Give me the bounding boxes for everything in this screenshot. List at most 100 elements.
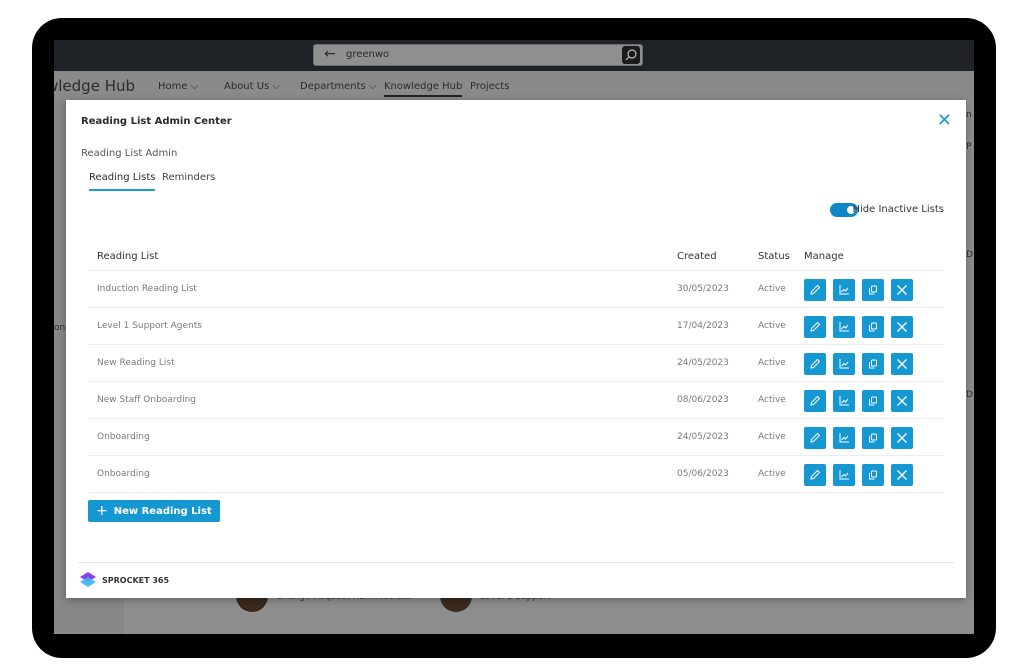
delete-button[interactable]	[891, 353, 913, 375]
edit-icon	[808, 394, 822, 408]
table-row: New Reading List 24/05/2023 Active	[88, 345, 944, 382]
cell-name[interactable]: Onboarding	[97, 469, 150, 479]
copy-icon	[866, 320, 880, 334]
sprocket-logo-icon	[80, 572, 96, 587]
chart-icon	[837, 320, 851, 334]
cell-created: 30/05/2023	[677, 284, 729, 294]
edit-button[interactable]	[804, 427, 826, 449]
delete-icon	[895, 320, 909, 334]
header-status: Status	[758, 251, 790, 262]
search-input[interactable]: greenwo	[346, 49, 389, 60]
copy-icon	[866, 283, 880, 297]
table-row: Onboarding 24/05/2023 Active	[88, 419, 944, 456]
report-button[interactable]	[833, 390, 855, 412]
copy-button[interactable]	[862, 279, 884, 301]
cell-name[interactable]: Onboarding	[97, 432, 150, 442]
background-text: D	[966, 250, 973, 260]
cell-created: 17/04/2023	[677, 321, 729, 331]
cell-name[interactable]: Induction Reading List	[97, 284, 197, 294]
footer-divider	[78, 562, 954, 563]
cell-created: 08/06/2023	[677, 395, 729, 405]
copy-button[interactable]	[862, 390, 884, 412]
cell-name[interactable]: Level 1 Support Agents	[97, 321, 202, 331]
edit-button[interactable]	[804, 353, 826, 375]
site-title[interactable]: wledge Hub	[54, 77, 135, 95]
table-row: Induction Reading List 30/05/2023 Active	[88, 271, 944, 308]
edit-button[interactable]	[804, 390, 826, 412]
cell-status: Active	[758, 358, 786, 368]
report-button[interactable]	[833, 279, 855, 301]
cell-status: Active	[758, 432, 786, 442]
edit-icon	[808, 357, 822, 371]
copy-button[interactable]	[862, 353, 884, 375]
reading-list-table: Reading List Created Status Manage Induc…	[88, 244, 944, 493]
chart-icon	[837, 468, 851, 482]
nav-projects[interactable]: Projects	[470, 81, 509, 92]
cell-status: Active	[758, 321, 786, 331]
chart-icon	[837, 431, 851, 445]
delete-button[interactable]	[891, 464, 913, 486]
chevron-down-icon: ⌵	[368, 81, 377, 92]
edit-button[interactable]	[804, 279, 826, 301]
chevron-down-icon: ⌵	[190, 81, 199, 92]
delete-button[interactable]	[891, 427, 913, 449]
nav-about-us[interactable]: About Us ⌵	[224, 81, 280, 92]
cell-name[interactable]: New Reading List	[97, 358, 175, 368]
chart-icon	[837, 357, 851, 371]
cell-status: Active	[758, 284, 786, 294]
report-button[interactable]	[833, 316, 855, 338]
hide-inactive-toggle-group: Hide Inactive Lists	[824, 203, 944, 219]
nav-knowledge-hub[interactable]: Knowledge Hub	[384, 81, 463, 97]
edit-button[interactable]	[804, 316, 826, 338]
search-icon	[625, 49, 637, 61]
chart-icon	[837, 394, 851, 408]
copy-icon	[866, 357, 880, 371]
report-button[interactable]	[833, 464, 855, 486]
modal-title: Reading List Admin Center	[81, 116, 232, 127]
new-reading-list-label: New Reading List	[113, 505, 212, 517]
nav-departments[interactable]: Departments ⌵	[300, 81, 377, 92]
copy-button[interactable]	[862, 464, 884, 486]
search-box[interactable]: ← greenwo	[313, 44, 643, 66]
edit-icon	[808, 431, 822, 445]
close-icon[interactable]: ✕	[937, 112, 952, 130]
modal-subtitle: Reading List Admin	[81, 148, 178, 159]
copy-button[interactable]	[862, 427, 884, 449]
new-reading-list-button[interactable]: + New Reading List	[88, 500, 220, 522]
report-button[interactable]	[833, 427, 855, 449]
table-header: Reading List Created Status Manage	[88, 244, 944, 271]
background-text: D	[966, 390, 973, 400]
tab-reminders[interactable]: Reminders	[162, 172, 215, 189]
reading-list-admin-modal: Reading List Admin Center ✕ Reading List…	[66, 100, 966, 598]
report-button[interactable]	[833, 353, 855, 375]
cell-status: Active	[758, 469, 786, 479]
chart-icon	[837, 283, 851, 297]
arrow-left-icon[interactable]: ←	[324, 46, 336, 62]
table-row: New Staff Onboarding 08/06/2023 Active	[88, 382, 944, 419]
table-row: Onboarding 05/06/2023 Active	[88, 456, 944, 493]
tab-reading-lists[interactable]: Reading Lists	[89, 172, 156, 191]
copy-icon	[866, 431, 880, 445]
brand-logo: SPROCKET 365	[78, 570, 169, 590]
search-button[interactable]	[622, 46, 640, 64]
cell-name[interactable]: New Staff Onboarding	[97, 395, 196, 405]
toggle-label: Hide Inactive Lists	[852, 204, 944, 215]
delete-icon	[895, 283, 909, 297]
cell-created: 24/05/2023	[677, 358, 729, 368]
edit-icon	[808, 468, 822, 482]
edit-button[interactable]	[804, 464, 826, 486]
background-text: n	[966, 110, 972, 120]
delete-icon	[895, 357, 909, 371]
browser-top-bar: ← greenwo	[54, 40, 974, 71]
delete-button[interactable]	[891, 279, 913, 301]
cell-created: 05/06/2023	[677, 469, 729, 479]
delete-button[interactable]	[891, 390, 913, 412]
background-text: on	[54, 323, 66, 333]
nav-home[interactable]: Home ⌵	[158, 81, 198, 92]
header-created: Created	[677, 251, 717, 262]
edit-icon	[808, 283, 822, 297]
edit-icon	[808, 320, 822, 334]
delete-button[interactable]	[891, 316, 913, 338]
cell-created: 24/05/2023	[677, 432, 729, 442]
copy-button[interactable]	[862, 316, 884, 338]
